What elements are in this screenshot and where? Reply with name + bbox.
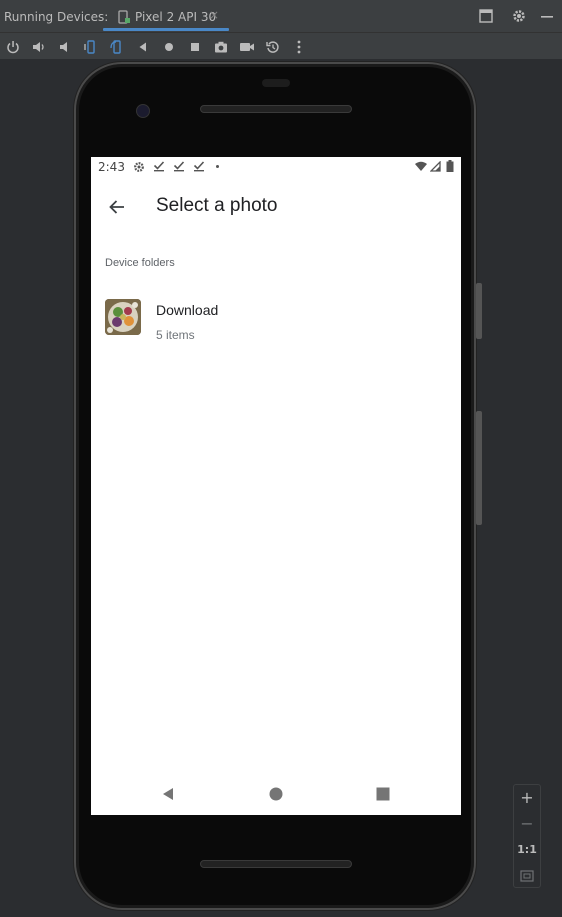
- nav-overview-icon[interactable]: [376, 786, 390, 805]
- emulator-toolbar: [0, 33, 562, 60]
- zoom-controls: + − 1:1: [513, 784, 541, 888]
- home-icon[interactable]: [160, 38, 178, 56]
- running-devices-header: Running Devices: Pixel 2 API 30 ×: [0, 0, 562, 33]
- download-done-icon: [173, 160, 185, 175]
- settings-notification-icon: [133, 161, 145, 176]
- volume-up-icon[interactable]: [30, 38, 48, 56]
- zoom-actual-size-button[interactable]: 1:1: [514, 837, 540, 863]
- zoom-in-button[interactable]: +: [514, 785, 540, 811]
- camera-icon[interactable]: [212, 38, 230, 56]
- window-layout-icon[interactable]: [479, 8, 493, 27]
- section-label: Device folders: [105, 257, 175, 269]
- bottom-speaker-grille: [200, 860, 352, 868]
- cell-signal-icon: [429, 160, 441, 175]
- rotate-right-icon[interactable]: [108, 38, 126, 56]
- phone-power-button: [476, 283, 482, 339]
- page-title: Select a photo: [156, 195, 278, 216]
- nav-back-icon[interactable]: [161, 786, 175, 805]
- device-screen[interactable]: 2:43 Select a photo Device folders Downl…: [91, 157, 461, 815]
- folder-item-download[interactable]: Download 5 items: [105, 299, 445, 349]
- minimize-icon[interactable]: [540, 8, 554, 27]
- device-tab-label: Pixel 2 API 30: [135, 10, 217, 24]
- folder-item-count: 5 items: [156, 328, 195, 342]
- close-tab-icon[interactable]: ×: [209, 8, 219, 22]
- snapshot-icon[interactable]: [264, 38, 282, 56]
- top-speaker-grille: [200, 105, 352, 113]
- folder-name: Download: [156, 302, 219, 318]
- overview-icon[interactable]: [186, 38, 204, 56]
- power-icon[interactable]: [4, 38, 22, 56]
- active-tab-indicator: [103, 28, 229, 31]
- folder-thumbnail: [105, 299, 141, 335]
- video-icon[interactable]: [238, 38, 256, 56]
- status-time: 2:43: [98, 160, 125, 174]
- status-bar: 2:43: [91, 157, 461, 177]
- zoom-out-button[interactable]: −: [514, 811, 540, 837]
- more-icon[interactable]: [290, 38, 308, 56]
- proximity-sensor: [262, 79, 290, 87]
- navigation-bar: [91, 777, 461, 809]
- download-done-icon: [153, 160, 165, 175]
- rotate-left-icon[interactable]: [82, 38, 100, 56]
- battery-icon: [446, 160, 454, 175]
- nav-home-icon[interactable]: [269, 786, 283, 805]
- settings-gear-icon[interactable]: [512, 8, 526, 27]
- back-icon[interactable]: [134, 38, 152, 56]
- device-tab[interactable]: Pixel 2 API 30 ×: [103, 0, 229, 33]
- front-camera-icon: [136, 104, 150, 118]
- phone-volume-button: [476, 411, 482, 525]
- more-notifications-dot-icon: [216, 165, 219, 168]
- download-done-icon: [193, 160, 205, 175]
- panel-title: Running Devices:: [4, 10, 109, 24]
- phone-device-icon: [117, 9, 131, 28]
- back-arrow-icon[interactable]: [107, 197, 127, 217]
- wifi-icon: [415, 161, 427, 175]
- zoom-fit-icon[interactable]: [514, 863, 540, 889]
- volume-down-icon[interactable]: [56, 38, 74, 56]
